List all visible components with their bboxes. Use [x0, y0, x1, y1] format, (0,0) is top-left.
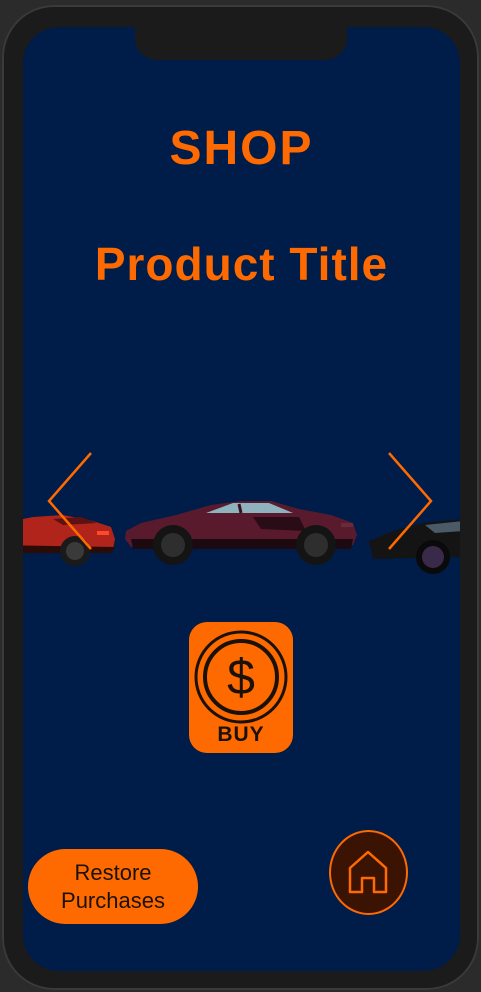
shop-screen: SHOP Product Title $ BUY Restore Purchas… — [23, 27, 460, 971]
car-center-image — [125, 501, 357, 565]
restore-purchases-button[interactable]: Restore Purchases — [28, 849, 198, 924]
chevron-left-icon[interactable] — [45, 451, 95, 551]
home-button[interactable] — [329, 830, 408, 915]
chevron-right-icon[interactable] — [385, 451, 435, 551]
home-icon — [348, 850, 388, 894]
restore-purchases-label: Restore Purchases — [61, 859, 165, 913]
dollar-coin-icon: $ — [194, 630, 288, 724]
notch — [135, 27, 347, 60]
buy-label: BUY — [217, 723, 265, 746]
svg-text:$: $ — [227, 649, 255, 705]
shop-title: SHOP — [169, 122, 314, 175]
car-carousel[interactable] — [23, 452, 460, 587]
product-title: Product Title — [94, 238, 389, 290]
buy-button[interactable]: $ BUY — [189, 622, 293, 753]
